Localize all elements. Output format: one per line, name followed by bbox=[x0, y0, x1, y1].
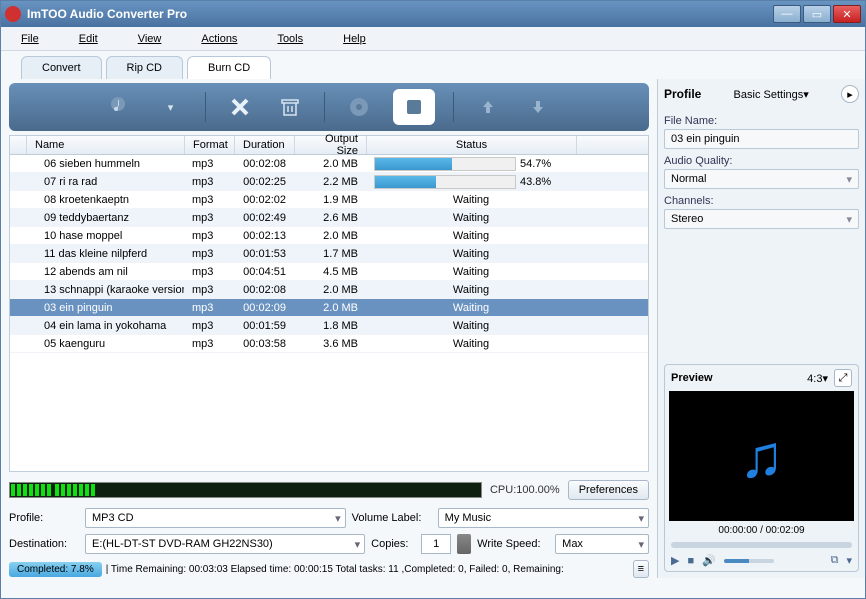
volume-input[interactable]: My Music bbox=[438, 508, 649, 528]
burn-button[interactable] bbox=[343, 91, 375, 123]
volume-label: Volume Label: bbox=[352, 512, 432, 524]
channels-select[interactable]: Stereo bbox=[664, 209, 859, 229]
delete-button[interactable] bbox=[224, 91, 256, 123]
stop-preview-button[interactable]: ■ bbox=[687, 555, 694, 567]
menu-file[interactable]: File bbox=[21, 33, 39, 45]
menu-view[interactable]: View bbox=[138, 33, 162, 45]
preview-viewport: ♫ bbox=[669, 391, 854, 521]
music-note-icon: ♫ bbox=[739, 422, 784, 491]
profile-combo[interactable]: MP3 CD bbox=[85, 508, 346, 528]
track-row[interactable]: 05 kaenguru mp3 00:03:58 3.6 MB Waiting bbox=[10, 335, 648, 353]
minimize-button[interactable]: — bbox=[773, 5, 801, 23]
track-row[interactable]: 09 teddybaertanz mp3 00:02:49 2.6 MB Wai… bbox=[10, 209, 648, 227]
preview-title: Preview bbox=[671, 372, 801, 384]
copies-label: Copies: bbox=[371, 538, 415, 550]
menu-help[interactable]: Help bbox=[343, 33, 366, 45]
titlebar: ImTOO Audio Converter Pro — ▭ ✕ bbox=[1, 1, 865, 27]
aspect-select[interactable]: 4:3▾ bbox=[807, 372, 828, 385]
track-row[interactable]: 03 ein pinguin mp3 00:02:09 2.0 MB Waiti… bbox=[10, 299, 648, 317]
filename-field[interactable]: 03 ein pinguin bbox=[664, 129, 859, 149]
play-button[interactable]: ▶ bbox=[671, 554, 679, 567]
cpu-meter bbox=[9, 482, 482, 498]
add-dropdown-icon[interactable]: ▾ bbox=[155, 91, 187, 123]
track-row[interactable]: 07 ri ra rad mp3 00:02:25 2.2 MB 43.8% bbox=[10, 173, 648, 191]
col-size[interactable]: Output Size bbox=[295, 136, 367, 154]
close-button[interactable]: ✕ bbox=[833, 5, 861, 23]
status-text: | Time Remaining: 00:03:03 Elapsed time:… bbox=[106, 564, 629, 575]
track-row[interactable]: 12 abends am nil mp3 00:04:51 4.5 MB Wai… bbox=[10, 263, 648, 281]
preferences-button[interactable]: Preferences bbox=[568, 480, 649, 500]
quality-label: Audio Quality: bbox=[664, 155, 859, 167]
speed-combo[interactable]: Max bbox=[555, 534, 649, 554]
track-row[interactable]: 11 das kleine nilpferd mp3 00:01:53 1.7 … bbox=[10, 245, 648, 263]
speed-label: Write Speed: bbox=[477, 538, 549, 550]
basic-settings-link[interactable]: Basic Settings▾ bbox=[734, 88, 809, 101]
stop-button[interactable] bbox=[393, 89, 435, 125]
next-profile-icon[interactable]: ▸ bbox=[841, 85, 859, 103]
copies-input[interactable] bbox=[421, 534, 451, 554]
list-header: Name Format Duration Output Size Status bbox=[9, 135, 649, 155]
track-row[interactable]: 04 ein lama in yokohama mp3 00:01:59 1.8… bbox=[10, 317, 648, 335]
tab-convert[interactable]: Convert bbox=[21, 56, 102, 79]
menu-actions[interactable]: Actions bbox=[201, 33, 237, 45]
app-icon bbox=[5, 6, 21, 22]
track-row[interactable]: 13 schnappi (karaoke version) mp3 00:02:… bbox=[10, 281, 648, 299]
tabbar: ConvertRip CDBurn CD bbox=[1, 51, 865, 79]
expand-icon[interactable]: ⤢ bbox=[834, 369, 852, 387]
menubar: File Edit View Actions Tools Help bbox=[1, 27, 865, 51]
col-format[interactable]: Format bbox=[185, 136, 235, 154]
profile-label: Profile: bbox=[9, 512, 79, 524]
menu-edit[interactable]: Edit bbox=[79, 33, 98, 45]
move-up-button[interactable] bbox=[472, 91, 504, 123]
add-audio-button[interactable] bbox=[105, 91, 137, 123]
quality-select[interactable]: Normal bbox=[664, 169, 859, 189]
dest-combo[interactable]: E:(HL-DT-ST DVD-RAM GH22NS30) bbox=[85, 534, 365, 554]
channels-label: Channels: bbox=[664, 195, 859, 207]
col-status[interactable]: Status bbox=[367, 136, 577, 154]
preview-panel: Preview 4:3▾ ⤢ ♫ 00:00:00 / 00:02:09 ▶ ■… bbox=[664, 364, 859, 572]
col-duration[interactable]: Duration bbox=[235, 136, 295, 154]
profile-panel-title: Profile bbox=[664, 87, 701, 101]
dest-label: Destination: bbox=[9, 538, 79, 550]
status-menu-icon[interactable]: ≡ bbox=[633, 560, 649, 578]
status-completed-pill: Completed: 7.8% bbox=[9, 562, 102, 577]
track-list[interactable]: 06 sieben hummeln mp3 00:02:08 2.0 MB 54… bbox=[9, 155, 649, 472]
volume-slider[interactable] bbox=[724, 559, 774, 563]
copies-spinner[interactable] bbox=[457, 534, 471, 554]
cpu-label: CPU:100.00% bbox=[490, 484, 560, 496]
toolbar: ▾ bbox=[9, 83, 649, 131]
track-row[interactable]: 06 sieben hummeln mp3 00:02:08 2.0 MB 54… bbox=[10, 155, 648, 173]
col-name[interactable]: Name bbox=[27, 136, 185, 154]
preview-time: 00:00:00 / 00:02:09 bbox=[665, 521, 858, 540]
track-row[interactable]: 08 kroetenkaeptn mp3 00:02:02 1.9 MB Wai… bbox=[10, 191, 648, 209]
tab-rip-cd[interactable]: Rip CD bbox=[106, 56, 183, 79]
window-title: ImTOO Audio Converter Pro bbox=[27, 7, 771, 21]
clear-button[interactable] bbox=[274, 91, 306, 123]
maximize-button[interactable]: ▭ bbox=[803, 5, 831, 23]
menu-tools[interactable]: Tools bbox=[277, 33, 303, 45]
move-down-button[interactable] bbox=[522, 91, 554, 123]
tab-burn-cd[interactable]: Burn CD bbox=[187, 56, 271, 79]
filename-label: File Name: bbox=[664, 115, 859, 127]
volume-icon[interactable]: 🔊 bbox=[702, 554, 716, 567]
seek-slider[interactable] bbox=[671, 542, 852, 548]
snapshot-button[interactable]: ⧉ bbox=[831, 554, 839, 567]
track-row[interactable]: 10 hase moppel mp3 00:02:13 2.0 MB Waiti… bbox=[10, 227, 648, 245]
